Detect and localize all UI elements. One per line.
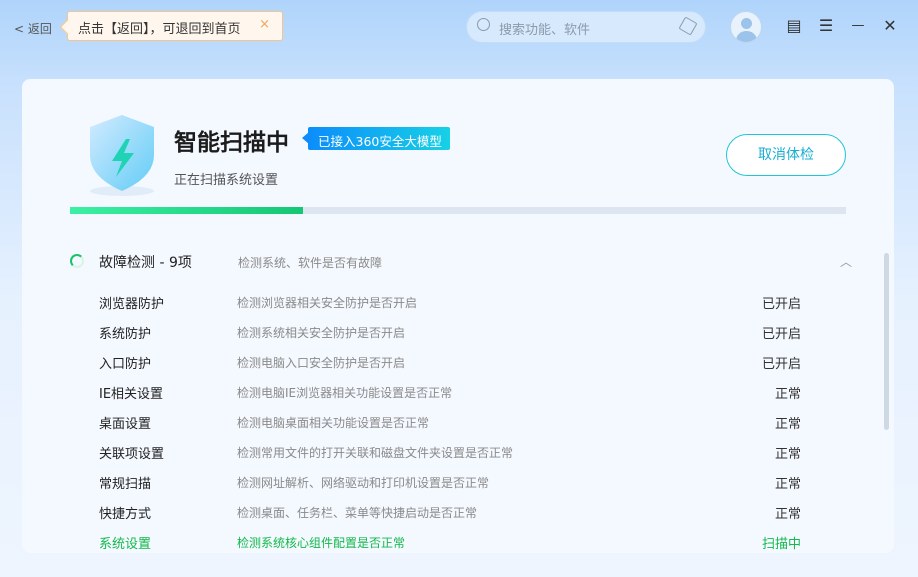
scrollbar[interactable]	[884, 253, 889, 430]
avatar[interactable]	[730, 11, 762, 43]
page-title: 智能扫描中	[174, 130, 289, 156]
group-header-fault-detection[interactable]: 故障检测 - 9项 检测系统、软件是否有故障 ︿	[70, 251, 860, 273]
search-icon	[477, 18, 490, 31]
item-name: 系统防护	[99, 327, 152, 342]
search-placeholder: 搜索功能、软件	[499, 23, 591, 38]
close-tooltip-icon[interactable]: ×	[259, 17, 270, 32]
list-item: 入口防护 检测电脑入口安全防护是否开启 已开启	[99, 353, 801, 383]
item-name: 常规扫描	[99, 477, 152, 492]
item-description: 检测电脑桌面相关功能设置是否正常	[237, 416, 430, 430]
item-name: 入口防护	[99, 357, 152, 372]
close-icon[interactable]: ✕	[882, 18, 898, 34]
list-item: IE相关设置 检测电脑IE浏览器相关功能设置是否正常 正常	[99, 383, 801, 413]
item-status: 正常	[774, 417, 801, 432]
list-item: 常规扫描 检测网址解析、网络驱动和打印机设置是否正常 正常	[99, 473, 801, 503]
scan-progress-fill	[70, 207, 303, 214]
item-description: 检测常用文件的打开关联和磁盘文件夹设置是否正常	[237, 446, 514, 460]
cube-icon[interactable]	[678, 16, 698, 36]
item-name: 系统设置	[99, 537, 152, 552]
item-description: 检测桌面、任务栏、菜单等快捷启动是否正常	[237, 506, 478, 520]
loading-spinner-icon	[70, 254, 84, 268]
list-item: 关联项设置 检测常用文件的打开关联和磁盘文件夹设置是否正常 正常	[99, 443, 801, 473]
list-item: 桌面设置 检测电脑桌面相关功能设置是否正常 正常	[99, 413, 801, 443]
item-status: 正常	[774, 387, 801, 402]
group-title: 故障检测 - 9项	[99, 255, 192, 271]
item-status: 已开启	[761, 297, 801, 312]
list-item: 快捷方式 检测桌面、任务栏、菜单等快捷启动是否正常 正常	[99, 503, 801, 533]
item-description: 检测网址解析、网络驱动和打印机设置是否正常	[237, 476, 490, 490]
item-name: IE相关设置	[99, 387, 164, 402]
cancel-scan-button[interactable]: 取消体检	[726, 134, 846, 176]
skin-icon[interactable]: ▤	[786, 18, 802, 34]
item-name: 关联项设置	[99, 447, 165, 462]
item-description: 检测浏览器相关安全防护是否开启	[237, 296, 418, 310]
search-input[interactable]: 搜索功能、软件	[466, 11, 706, 43]
menu-icon[interactable]: ☰	[818, 18, 834, 34]
list-item: 浏览器防护 检测浏览器相关安全防护是否开启 已开启	[99, 293, 801, 323]
item-status: 扫描中	[761, 537, 801, 552]
item-description: 检测电脑入口安全防护是否开启	[237, 356, 406, 370]
scan-status-text: 正在扫描系统设置	[174, 173, 279, 188]
scan-card: 智能扫描中 已接入360安全大模型 正在扫描系统设置 取消体检 故障检测 - 9…	[22, 79, 894, 553]
minimize-icon[interactable]: —	[850, 18, 866, 34]
item-name: 浏览器防护	[99, 297, 165, 312]
item-status: 已开启	[761, 357, 801, 372]
item-status: 正常	[774, 507, 801, 522]
item-description: 检测电脑IE浏览器相关功能设置是否正常	[237, 386, 453, 400]
tooltip-text: 点击【返回】，可退回到首页	[78, 22, 241, 37]
back-tooltip: 点击【返回】，可退回到首页 ×	[67, 11, 283, 41]
ai-model-badge: 已接入360安全大模型	[302, 127, 450, 150]
list-item: 系统防护 检测系统相关安全防护是否开启 已开启	[99, 323, 801, 353]
chevron-up-icon[interactable]: ︿	[840, 253, 852, 270]
list-item: 系统设置 检测系统核心组件配置是否正常 扫描中	[99, 533, 801, 553]
item-description: 检测系统相关安全防护是否开启	[237, 326, 406, 340]
item-name: 快捷方式	[99, 507, 152, 522]
item-status: 正常	[774, 447, 801, 462]
shield-icon	[90, 115, 154, 196]
item-status: 正常	[774, 477, 801, 492]
scan-progress-bar	[70, 207, 846, 214]
group-description: 检测系统、软件是否有故障	[238, 256, 383, 270]
item-description: 检测系统核心组件配置是否正常	[237, 536, 406, 550]
item-status: 已开启	[761, 327, 801, 342]
item-name: 桌面设置	[99, 417, 152, 432]
back-button[interactable]: < 返回	[14, 20, 52, 37]
